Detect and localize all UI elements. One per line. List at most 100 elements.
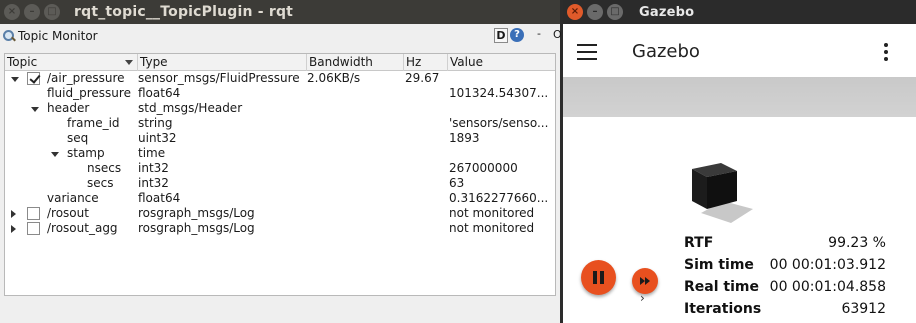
options-button[interactable]: O xyxy=(553,28,562,41)
stat-row: Real time 00 00:01:04.858 xyxy=(684,276,886,298)
topic-value: not monitored xyxy=(449,206,535,220)
table-row[interactable]: variance float64 0.3162277660... xyxy=(5,191,555,206)
field-value: 63 xyxy=(449,176,465,190)
collapse-arrow-icon[interactable] xyxy=(31,107,39,112)
stat-label: Iterations xyxy=(684,301,762,317)
column-header-hz[interactable]: Hz xyxy=(404,54,448,71)
toolbar-shadow xyxy=(563,77,916,117)
gazebo-titlebar: × – □ Gazebo xyxy=(563,0,916,24)
field-value: 'sensors/senso... xyxy=(449,116,549,130)
field-type: std_msgs/Header xyxy=(138,101,243,115)
maximize-icon[interactable]: □ xyxy=(607,4,623,20)
field-value: 1893 xyxy=(449,131,480,145)
table-row[interactable]: nsecs int32 267000000 xyxy=(5,161,555,176)
field-name: frame_id xyxy=(67,116,120,130)
topic-value: not monitored xyxy=(449,221,535,235)
more-options-icon[interactable] xyxy=(884,43,888,61)
topic-hz: 29.67 xyxy=(405,71,440,85)
topic-type: rosgraph_msgs/Log xyxy=(138,206,255,220)
field-type: time xyxy=(138,146,166,160)
table-row[interactable]: secs int32 63 xyxy=(5,176,555,191)
minimize-icon[interactable]: – xyxy=(24,4,40,20)
cube-model-icon[interactable] xyxy=(687,157,757,227)
collapse-arrow-icon[interactable] xyxy=(51,152,59,157)
sort-down-icon xyxy=(125,60,133,65)
topic-type: sensor_msgs/FluidPressure xyxy=(138,71,300,85)
table-row[interactable]: /rosout_agg rosgraph_msgs/Log not monito… xyxy=(5,221,555,236)
table-row[interactable]: /rosout rosgraph_msgs/Log not monitored xyxy=(5,206,555,221)
dock-button[interactable]: D xyxy=(494,28,508,43)
gazebo-app-title: Gazebo xyxy=(632,41,700,62)
step-button[interactable] xyxy=(632,268,658,294)
column-header-bandwidth[interactable]: Bandwidth xyxy=(307,54,404,71)
table-row[interactable]: frame_id string 'sensors/senso... xyxy=(5,116,555,131)
topic-bandwidth: 2.06KB/s xyxy=(307,71,361,85)
minimize-plugin-button[interactable]: - xyxy=(537,27,541,40)
monitor-checkbox[interactable] xyxy=(27,72,40,85)
gazebo-window: × – □ Gazebo Gazebo RTF 99.23 % Sim time… xyxy=(563,0,916,323)
field-name: secs xyxy=(87,176,114,190)
column-header-value[interactable]: Value xyxy=(448,54,555,71)
topic-type: rosgraph_msgs/Log xyxy=(138,221,255,235)
topic-name: /rosout xyxy=(47,206,89,220)
expand-arrow-icon[interactable] xyxy=(11,225,16,233)
field-name: fluid_pressure xyxy=(47,86,131,100)
plugin-header: Topic Monitor D ? - O xyxy=(0,24,562,48)
field-type: int32 xyxy=(138,161,169,175)
stat-row: Sim time 00 00:01:03.912 xyxy=(684,254,886,276)
close-icon[interactable]: × xyxy=(4,4,20,20)
gazebo-window-title: Gazebo xyxy=(639,4,695,20)
stats-panel: RTF 99.23 % Sim time 00 00:01:03.912 Rea… xyxy=(684,232,886,320)
field-name: stamp xyxy=(67,146,105,160)
stat-label: Sim time xyxy=(684,257,754,273)
plugin-title: Topic Monitor xyxy=(18,29,98,43)
chevron-right-icon[interactable]: › xyxy=(640,291,645,305)
field-name: seq xyxy=(67,131,89,145)
field-name: nsecs xyxy=(87,161,122,175)
help-icon[interactable]: ? xyxy=(510,28,524,42)
stat-row: Iterations 63912 xyxy=(684,298,886,320)
topic-name: /air_pressure xyxy=(47,71,125,85)
field-type: float64 xyxy=(138,191,181,205)
rqt-status-area xyxy=(0,299,560,323)
table-row[interactable]: header std_msgs/Header xyxy=(5,101,555,116)
stat-value: 00 00:01:03.912 xyxy=(769,257,886,273)
stat-row: RTF 99.23 % xyxy=(684,232,886,254)
maximize-icon[interactable]: □ xyxy=(44,4,60,20)
field-value: 267000000 xyxy=(449,161,518,175)
field-name: variance xyxy=(47,191,99,205)
topic-name: /rosout_agg xyxy=(47,221,118,235)
field-type: uint32 xyxy=(138,131,177,145)
column-header-type[interactable]: Type xyxy=(138,54,307,71)
table-row[interactable]: /air_pressure sensor_msgs/FluidPressure … xyxy=(5,71,555,86)
menu-icon[interactable] xyxy=(577,44,597,60)
stat-value: 00 00:01:04.858 xyxy=(769,279,886,295)
topic-table: Topic Type Bandwidth Hz Value /air_press… xyxy=(4,53,556,296)
stat-label: Real time xyxy=(684,279,759,295)
field-value: 101324.54307... xyxy=(449,86,549,100)
rqt-titlebar: × – □ rqt_topic__TopicPlugin - rqt xyxy=(0,0,560,24)
close-icon[interactable]: × xyxy=(567,4,583,20)
monitor-checkbox[interactable] xyxy=(27,207,40,220)
rqt-window: × – □ rqt_topic__TopicPlugin - rqt Topic… xyxy=(0,0,562,323)
table-row[interactable]: stamp time xyxy=(5,146,555,161)
expand-arrow-icon[interactable] xyxy=(11,210,16,218)
table-row[interactable]: fluid_pressure float64 101324.54307... xyxy=(5,86,555,101)
magnifier-icon xyxy=(2,29,16,43)
table-header: Topic Type Bandwidth Hz Value xyxy=(5,54,555,71)
field-type: float64 xyxy=(138,86,181,100)
stat-value: 99.23 % xyxy=(828,235,886,251)
minimize-icon[interactable]: – xyxy=(587,4,603,20)
collapse-arrow-icon[interactable] xyxy=(11,77,19,82)
gazebo-app-bar: Gazebo xyxy=(563,28,916,76)
column-header-topic[interactable]: Topic xyxy=(5,54,138,71)
monitor-checkbox[interactable] xyxy=(27,222,40,235)
stat-value: 63912 xyxy=(841,301,886,317)
field-type: string xyxy=(138,116,173,130)
pause-icon xyxy=(593,271,597,284)
rqt-window-title: rqt_topic__TopicPlugin - rqt xyxy=(74,4,294,20)
stat-label: RTF xyxy=(684,235,714,251)
field-value: 0.3162277660... xyxy=(449,191,549,205)
table-row[interactable]: seq uint32 1893 xyxy=(5,131,555,146)
pause-button[interactable] xyxy=(581,260,616,295)
